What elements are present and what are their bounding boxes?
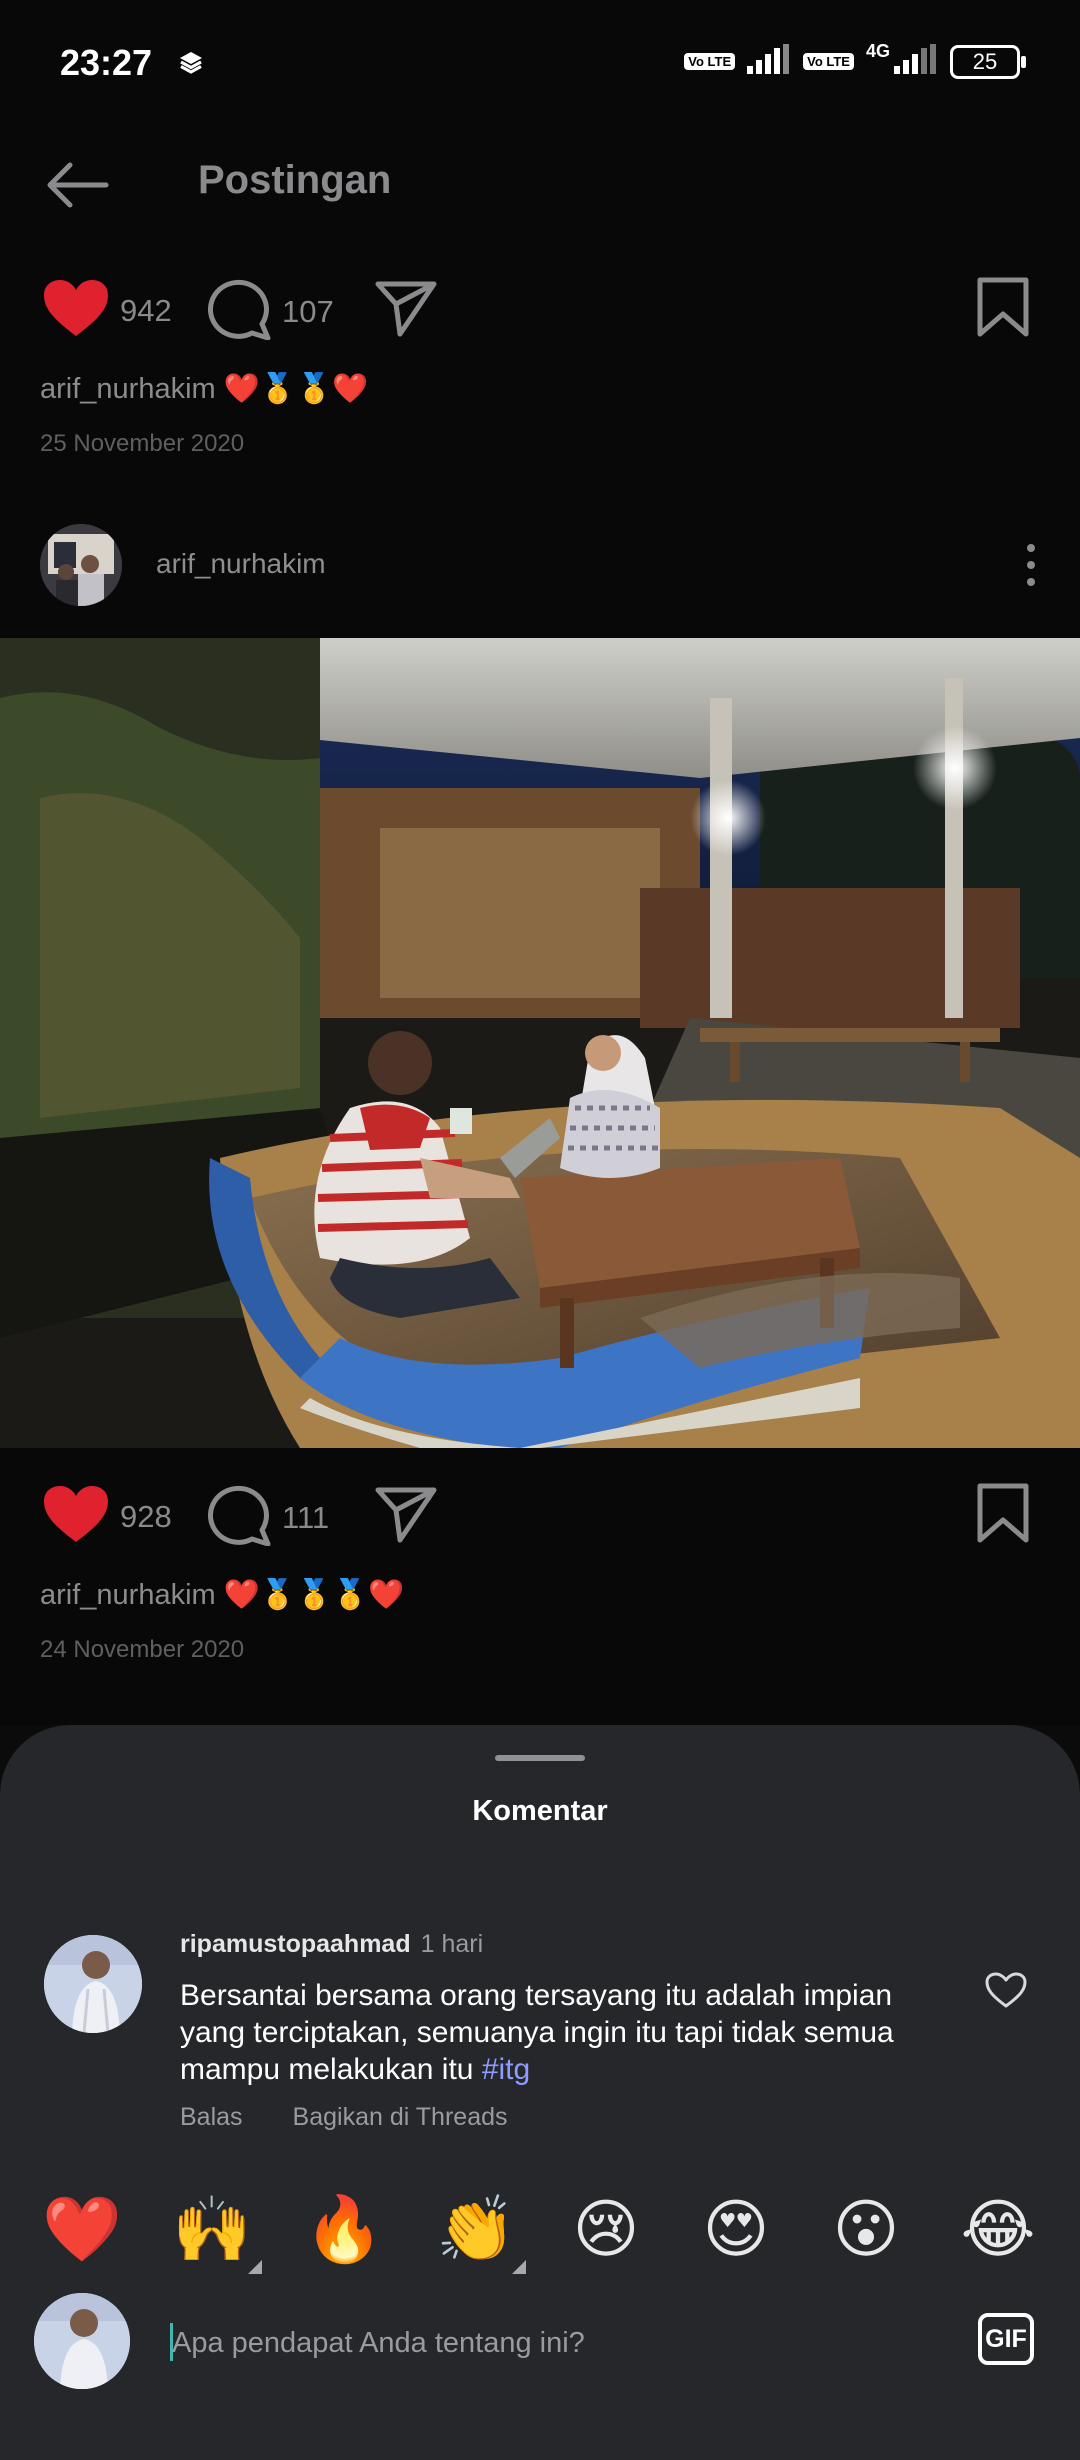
battery-icon: 25	[950, 44, 1026, 79]
page-title: Postingan	[198, 158, 392, 202]
like-group[interactable]: 942	[42, 278, 172, 343]
caption-emoji: ❤️🥇🥇🥇❤️	[223, 1579, 405, 1611]
like-count: 942	[120, 292, 172, 328]
comment-input[interactable]	[172, 2321, 872, 2365]
reply-button[interactable]: Balas	[180, 2103, 243, 2132]
post-actions: 928 111	[0, 1472, 1080, 1552]
emoji-crying-face[interactable]: 😢	[566, 2190, 646, 2270]
comment-time: 1 hari	[420, 1930, 484, 1958]
comment-hashtag[interactable]: #itg	[482, 2053, 530, 2086]
like-count: 928	[120, 1498, 172, 1534]
comment-group[interactable]: 111	[207, 1484, 330, 1551]
heart-filled-icon[interactable]	[42, 1484, 110, 1549]
status-bar: 23:27 Vo LTE Vo LTE 4G 25	[0, 0, 1080, 130]
network-type: 4G	[865, 41, 890, 61]
caption-username[interactable]: arif_nurhakim	[40, 1579, 216, 1611]
post-author-row: arif_nurhakim	[0, 520, 1080, 610]
author-avatar[interactable]	[40, 524, 122, 606]
emoji-clapping-hands-glyph: 👏	[436, 2193, 516, 2267]
comment-input-row: GIF	[0, 2283, 1080, 2403]
caption-previous: arif_nurhakim ❤️🥇🥇❤️	[40, 372, 368, 406]
share-icon[interactable]	[374, 1484, 438, 1544]
emoji-fire[interactable]: 🔥	[304, 2190, 384, 2270]
post-date-previous: 25 November 2020	[40, 430, 245, 457]
comment-icon[interactable]	[207, 278, 272, 345]
post-photo[interactable]	[0, 638, 1080, 1448]
caption-emoji: ❤️🥇🥇❤️	[223, 373, 369, 405]
emoji-raising-hands[interactable]: 🙌	[172, 2190, 262, 2274]
more-options-icon[interactable]	[1024, 542, 1038, 593]
commenter-avatar[interactable]	[44, 1935, 142, 2033]
sheet-title: Komentar	[472, 1795, 608, 1827]
bookmark-icon[interactable]	[976, 276, 1030, 343]
post-date: 24 November 2020	[40, 1636, 245, 1663]
emoji-surprised-face[interactable]: 😮	[826, 2190, 906, 2270]
share-icon[interactable]	[374, 278, 438, 338]
current-user-avatar	[34, 2293, 130, 2389]
comment-body: Bersantai bersama orang tersayang itu ad…	[180, 1979, 894, 2086]
emoji-clapping-hands[interactable]: 👏	[436, 2190, 526, 2274]
skin-tone-indicator-icon	[248, 2260, 262, 2274]
comment-header: ripamustopaahmad 1 hari	[180, 1930, 483, 1959]
heart-filled-icon[interactable]	[42, 278, 110, 343]
comment-group[interactable]: 107	[207, 278, 334, 345]
comments-sheet: Komentar ripamustopaahmad 1 hari Bersanta…	[0, 1725, 1080, 2460]
sheet-drag-handle[interactable]	[495, 1755, 585, 1761]
signal-icon-2	[894, 44, 938, 79]
status-right: Vo LTE Vo LTE 4G 25	[684, 41, 1026, 79]
comment-username[interactable]: ripamustopaahmad	[180, 1930, 411, 1958]
signal-icon	[747, 44, 791, 79]
quick-emoji-row: ❤️ 🙌 🔥 👏 😢 😍 😮 😂	[0, 2190, 1080, 2280]
share-threads-button[interactable]: Bagikan di Threads	[293, 2103, 508, 2132]
bookmark-icon[interactable]	[976, 1482, 1030, 1549]
comment-text: Bersantai bersama orang tersayang itu ad…	[180, 1977, 940, 2088]
back-arrow-icon[interactable]	[44, 160, 110, 215]
top-bar: Postingan	[0, 140, 1080, 230]
gif-button[interactable]: GIF	[978, 2313, 1034, 2365]
emoji-tears-of-joy[interactable]: 😂	[958, 2190, 1038, 2270]
post-caption: arif_nurhakim ❤️🥇🥇🥇❤️	[40, 1578, 404, 1612]
comment-like-heart-icon[interactable]	[984, 1971, 1028, 2014]
layers-icon	[178, 50, 204, 79]
post-actions-previous: 942 107	[0, 266, 1080, 346]
comment-count: 111	[282, 1499, 330, 1535]
author-username[interactable]: arif_nurhakim	[156, 548, 326, 580]
comment-count: 107	[282, 293, 334, 329]
like-group[interactable]: 928	[42, 1484, 172, 1549]
skin-tone-indicator-icon	[512, 2260, 526, 2274]
comment-icon[interactable]	[207, 1484, 272, 1551]
comment-actions: Balas Bagikan di Threads	[180, 2103, 508, 2132]
emoji-raising-hands-glyph: 🙌	[172, 2193, 252, 2267]
emoji-heart-eyes[interactable]: 😍	[696, 2190, 776, 2270]
caption-username[interactable]: arif_nurhakim	[40, 373, 216, 405]
status-time: 23:27	[60, 42, 153, 83]
volte-badge-2: Vo LTE	[803, 53, 854, 70]
battery-level: 25	[972, 48, 998, 74]
volte-badge: Vo LTE	[684, 53, 736, 70]
emoji-red-heart[interactable]: ❤️	[42, 2190, 122, 2270]
